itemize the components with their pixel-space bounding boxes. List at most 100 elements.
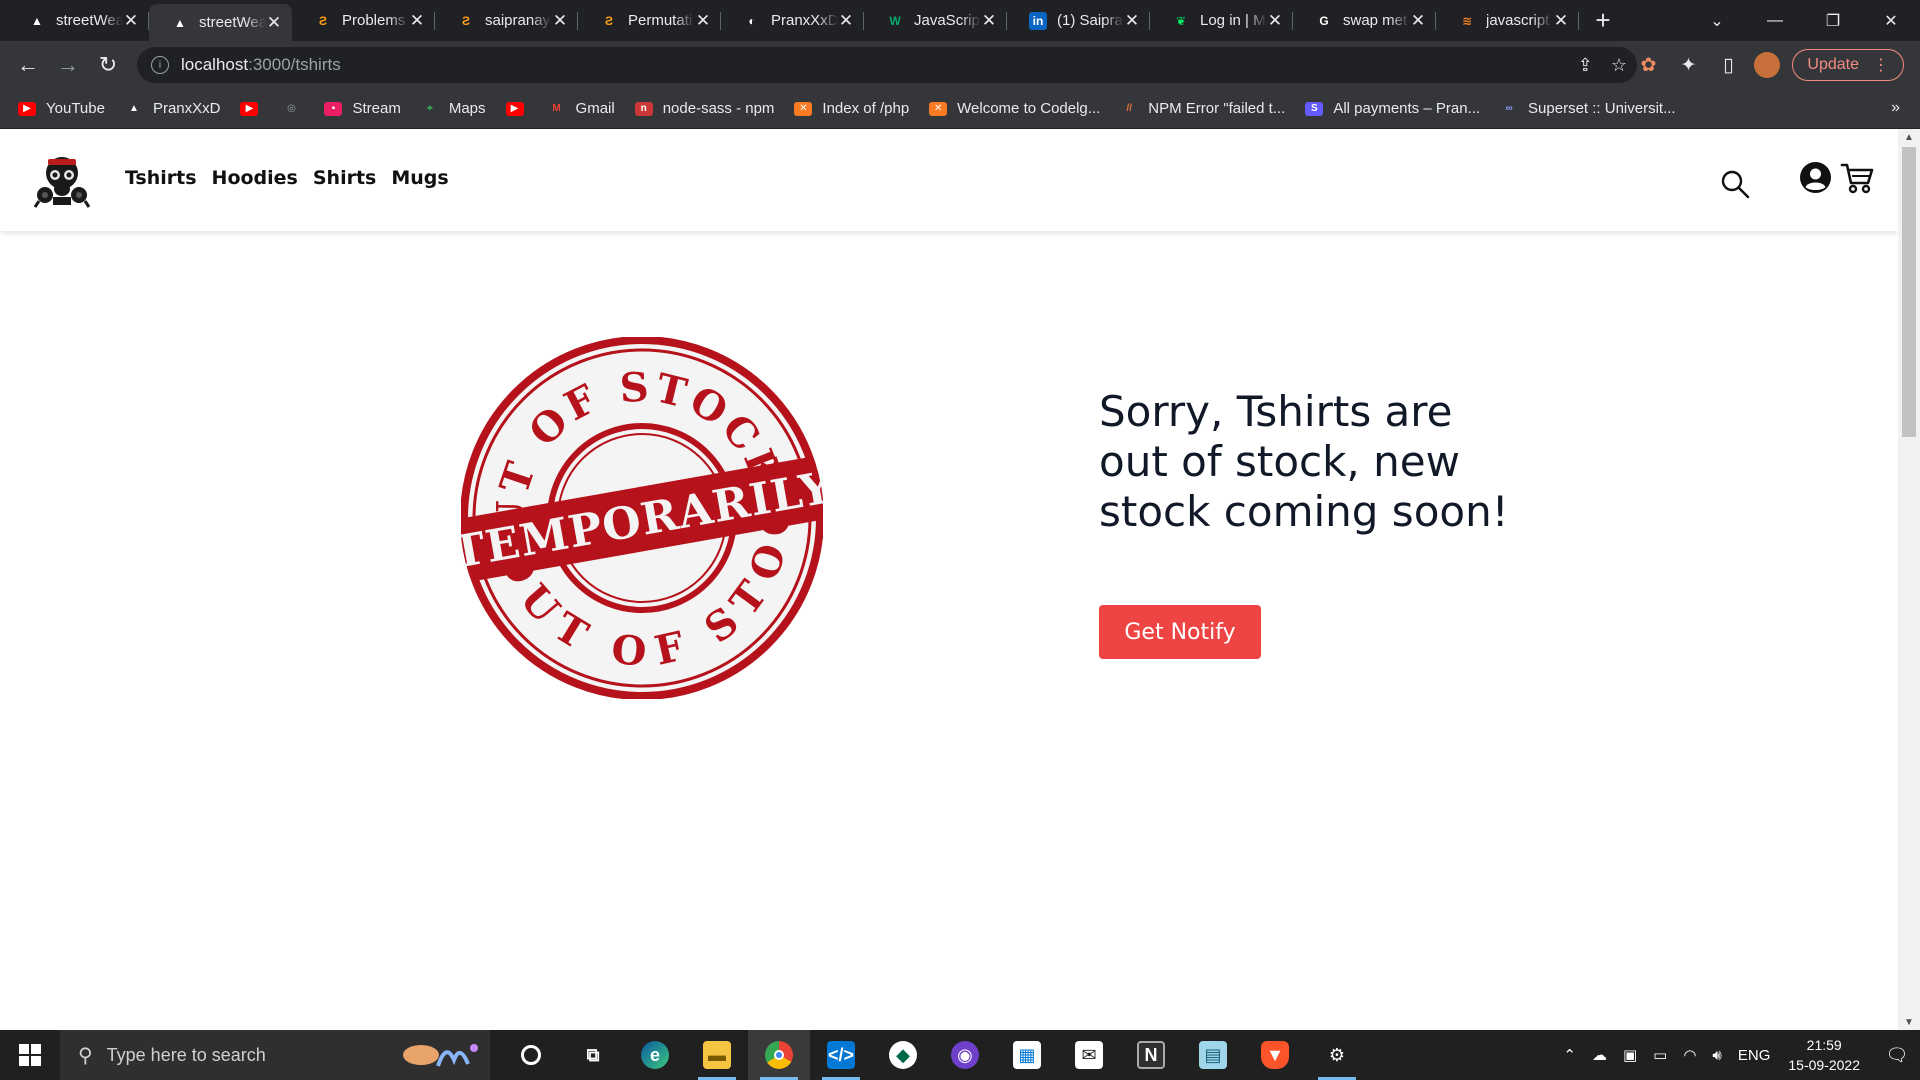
back-button[interactable]: ← bbox=[8, 45, 48, 85]
browser-tab[interactable]: in (1) Saipra ✕ bbox=[1007, 0, 1150, 41]
bookmark-star-icon[interactable]: ☆ bbox=[1611, 55, 1627, 76]
start-button[interactable] bbox=[0, 1030, 60, 1080]
settings-icon[interactable]: ⚙ bbox=[1306, 1030, 1368, 1080]
language-indicator[interactable]: ENG bbox=[1738, 1047, 1771, 1064]
browser-tab[interactable]: ▲ streetWear ✕ bbox=[6, 0, 149, 41]
nav-link-hoodies[interactable]: Hoodies bbox=[212, 167, 298, 189]
bookmark-item[interactable]: S All payments – Pran... bbox=[1305, 100, 1480, 117]
get-notify-button[interactable]: Get Notify bbox=[1099, 605, 1261, 659]
new-tab-button[interactable]: + bbox=[1583, 0, 1623, 41]
close-window-button[interactable]: ✕ bbox=[1862, 0, 1920, 41]
bookmarks-bar: ▶ YouTube ▲ PranxXxD ▶ ◎ ▪ Stream ⌖ Maps ▶ M Gmail n n… bbox=[0, 89, 1920, 129]
notepad-icon[interactable]: ▤ bbox=[1182, 1030, 1244, 1080]
share-icon[interactable]: ⇪ bbox=[1578, 55, 1593, 76]
bookmark-label: NPM Error "failed t... bbox=[1148, 100, 1286, 117]
taskbar-search-box[interactable]: ⚲ Type here to search bbox=[60, 1030, 490, 1080]
browser-tab[interactable]: Ƨ Problems ✕ bbox=[292, 0, 435, 41]
bookmark-item[interactable]: M Gmail bbox=[548, 100, 614, 117]
gas-mask-logo-icon[interactable] bbox=[33, 151, 91, 209]
update-button[interactable]: Update ⋮ bbox=[1792, 49, 1904, 81]
shopping-cart-icon[interactable] bbox=[1840, 161, 1874, 195]
browser-tab[interactable]: Ƨsaipranay ✕ bbox=[435, 0, 578, 41]
profile-avatar[interactable] bbox=[1754, 52, 1781, 78]
tab-list: ▲ streetWear ✕ ▲ streetWear ✕ Ƨ Problems ✕ Ƨsaipr… bbox=[0, 0, 1579, 41]
restore-button[interactable]: ❐ bbox=[1804, 0, 1862, 41]
taskbar-clock[interactable]: 21:59 15-09-2022 bbox=[1788, 1035, 1860, 1075]
tab-close-icon[interactable]: ✕ bbox=[695, 11, 711, 31]
taskbar-apps: ⧉ e ▬ </> ◆ ◉ ▦ ✉ N ▤ ▼ ⚙ bbox=[500, 1030, 1368, 1080]
nav-link-shirts[interactable]: Shirts bbox=[313, 167, 377, 189]
browser-tab[interactable]: Ƨ Permutati ✕ bbox=[578, 0, 721, 41]
notification-center-icon[interactable]: 🗨︎ bbox=[1874, 1030, 1920, 1080]
tab-close-icon[interactable]: ✕ bbox=[1553, 11, 1569, 31]
more-bookmarks-icon[interactable]: » bbox=[1891, 99, 1900, 117]
show-hidden-icons-chevron-icon[interactable]: ⌃ bbox=[1563, 1046, 1576, 1064]
search-icon[interactable] bbox=[1720, 169, 1750, 199]
bookmark-item[interactable]: ✕ Welcome to Codelg... bbox=[929, 100, 1100, 117]
bookmark-item[interactable]: ◎ bbox=[282, 102, 310, 116]
tab-close-icon[interactable]: ✕ bbox=[552, 11, 568, 31]
notion-icon[interactable]: N bbox=[1120, 1030, 1182, 1080]
github-desktop-icon[interactable]: ◉ bbox=[934, 1030, 996, 1080]
page-scrollbar[interactable]: ▲ ▼ bbox=[1898, 129, 1920, 1030]
tab-close-icon[interactable]: ✕ bbox=[981, 11, 997, 31]
wifi-icon[interactable]: ◠ bbox=[1683, 1046, 1696, 1064]
bookmark-item[interactable]: ∞ Superset :: Universit... bbox=[1500, 100, 1675, 117]
minimize-button[interactable]: — bbox=[1746, 0, 1804, 41]
brave-icon[interactable]: ▼ bbox=[1244, 1030, 1306, 1080]
reload-button[interactable]: ↻ bbox=[88, 45, 128, 85]
file-explorer-icon[interactable]: ▬ bbox=[686, 1030, 748, 1080]
meet-now-icon[interactable]: ▣ bbox=[1623, 1046, 1637, 1064]
task-view-icon[interactable]: ⧉ bbox=[562, 1030, 624, 1080]
scroll-up-icon[interactable]: ▲ bbox=[1898, 129, 1920, 145]
vscode-icon[interactable]: </> bbox=[810, 1030, 872, 1080]
volume-icon[interactable]: 🔊︎ bbox=[1712, 1047, 1721, 1064]
bookmark-item[interactable]: ▪ Stream bbox=[324, 100, 401, 117]
nav-link-tshirts[interactable]: Tshirts bbox=[125, 167, 197, 189]
tab-title: swap met bbox=[1343, 12, 1408, 29]
extensions-puzzle-icon[interactable]: ✦ bbox=[1674, 47, 1702, 83]
battery-icon[interactable]: ▭ bbox=[1653, 1046, 1667, 1064]
mail-icon[interactable]: ✉ bbox=[1058, 1030, 1120, 1080]
site-info-icon[interactable]: i bbox=[151, 56, 169, 74]
tab-close-icon[interactable]: ✕ bbox=[123, 11, 139, 31]
scrollbar-thumb[interactable] bbox=[1902, 147, 1916, 437]
tab-close-icon[interactable]: ✕ bbox=[409, 11, 425, 31]
forward-button[interactable]: → bbox=[48, 45, 88, 85]
tab-close-icon[interactable]: ✕ bbox=[1410, 11, 1426, 31]
search-highlight-doodle-icon[interactable] bbox=[396, 1038, 482, 1072]
mongodb-compass-icon[interactable]: ◆ bbox=[872, 1030, 934, 1080]
chrome-icon[interactable] bbox=[748, 1030, 810, 1080]
bookmark-item[interactable]: ▲ PranxXxD bbox=[125, 100, 220, 117]
onedrive-cloud-icon[interactable]: ☁ bbox=[1592, 1046, 1607, 1064]
cortana-icon[interactable] bbox=[500, 1030, 562, 1080]
browser-tab[interactable]: ◐ PranxXxD ✕ bbox=[721, 0, 864, 41]
browser-tab[interactable]: ▲ streetWear ✕ bbox=[149, 4, 292, 41]
bookmark-item[interactable]: ✕ Index of /php bbox=[794, 100, 909, 117]
browser-tab[interactable]: ❦ Log in | M ✕ bbox=[1150, 0, 1293, 41]
side-panel-icon[interactable]: ▯ bbox=[1714, 47, 1742, 83]
bookmark-item[interactable]: ⌖ Maps bbox=[421, 100, 486, 117]
bookmark-item[interactable]: ▶ YouTube bbox=[18, 100, 105, 117]
tab-close-icon[interactable]: ✕ bbox=[266, 13, 282, 33]
scroll-down-icon[interactable]: ▼ bbox=[1898, 1014, 1920, 1030]
browser-tab[interactable]: W JavaScrip ✕ bbox=[864, 0, 1007, 41]
bookmark-item[interactable]: ▶ bbox=[240, 101, 268, 116]
tab-close-icon[interactable]: ✕ bbox=[838, 11, 854, 31]
cookie-extension-icon[interactable]: ✿ bbox=[1634, 47, 1662, 83]
browser-tab[interactable]: Gswap met ✕ bbox=[1293, 0, 1436, 41]
tab-title: saipranay bbox=[485, 12, 551, 29]
tab-close-icon[interactable]: ✕ bbox=[1124, 11, 1140, 31]
nav-link-mugs[interactable]: Mugs bbox=[391, 167, 448, 189]
bookmark-item[interactable]: // NPM Error "failed t... bbox=[1120, 100, 1286, 117]
tab-close-icon[interactable]: ✕ bbox=[1267, 11, 1283, 31]
edge-icon[interactable]: e bbox=[624, 1030, 686, 1080]
user-account-icon[interactable] bbox=[1800, 162, 1831, 193]
bookmark-label: YouTube bbox=[46, 100, 105, 117]
tab-search-chevron-icon[interactable]: ⌄ bbox=[1688, 0, 1746, 41]
browser-tab[interactable]: ≋ javascript ✕ bbox=[1436, 0, 1579, 41]
microsoft-store-icon[interactable]: ▦ bbox=[996, 1030, 1058, 1080]
address-bar[interactable]: i localhost:3000/tshirts ⇪ ☆ bbox=[137, 47, 1637, 83]
bookmark-item[interactable]: n node-sass - npm bbox=[634, 100, 774, 117]
bookmark-item[interactable]: ▶ bbox=[505, 101, 534, 116]
